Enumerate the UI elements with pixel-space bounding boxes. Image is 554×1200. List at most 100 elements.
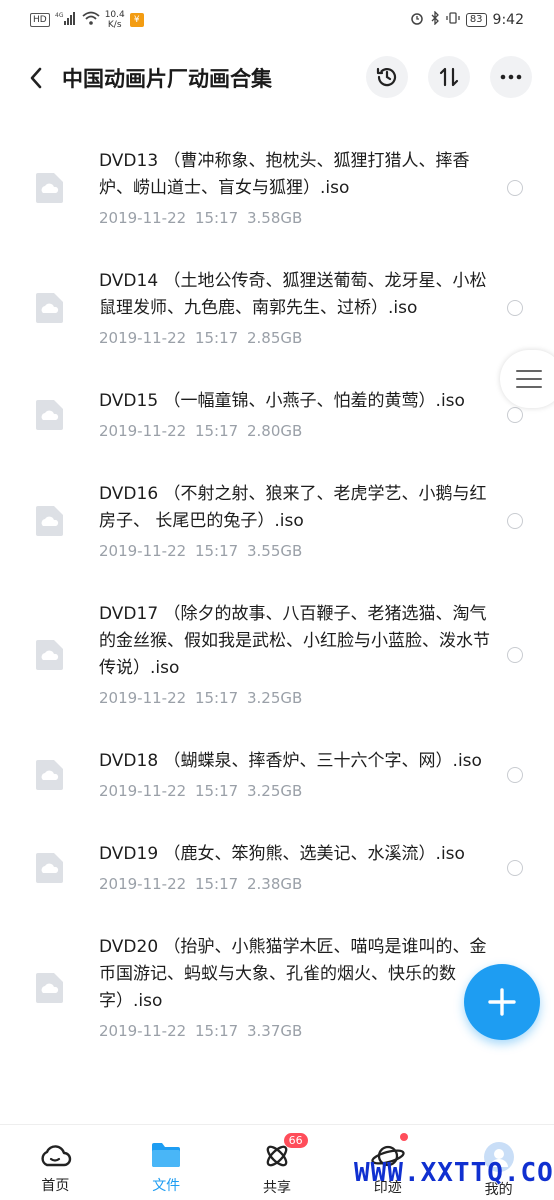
notification-dot: [400, 1133, 409, 1141]
clock: 9:42: [492, 12, 524, 28]
watermark: WWW.XXTTQ.COM: [354, 1158, 554, 1188]
sort-icon: [439, 67, 459, 87]
file-meta: 2019-11-22 15:17 2.38GB: [99, 874, 494, 894]
share-badge: 66: [283, 1133, 308, 1148]
file-item[interactable]: DVD14 （土地公传奇、狐狸送葡萄、龙牙星、小松鼠理发师、九色鹿、南郭先生、过…: [0, 228, 554, 348]
select-radio[interactable]: [507, 180, 523, 196]
nav-label: 首页: [41, 1178, 70, 1194]
file-date: 2019-11-22: [99, 689, 187, 707]
bluetooth-icon: [430, 10, 440, 29]
file-size: 2.38GB: [246, 875, 303, 893]
file-icon: [36, 759, 63, 790]
network-speed: 10.4 K/s: [105, 10, 125, 30]
page-title: 中国动画片厂动画合集: [62, 67, 272, 91]
file-name: DVD18 （蝴蝶泉、摔香炉、三十六个字、网）.iso: [99, 751, 482, 771]
file-item[interactable]: DVD18 （蝴蝶泉、摔香炉、三十六个字、网）.iso 2019-11-22 1…: [0, 708, 554, 801]
file-time: 15:17: [194, 782, 239, 800]
file-date: 2019-11-22: [99, 875, 187, 893]
speed-value: 10.4: [104, 10, 125, 20]
file-size: 3.55GB: [246, 542, 303, 560]
file-size: 3.58GB: [246, 209, 303, 227]
select-radio[interactable]: [507, 859, 523, 876]
back-button[interactable]: [16, 58, 56, 98]
speed-unit: K/s: [107, 20, 122, 30]
header: 中国动画片厂动画合集: [0, 50, 554, 106]
nav-home[interactable]: 首页: [0, 1125, 111, 1200]
plus-icon: [488, 988, 516, 1016]
file-item[interactable]: DVD16 （不射之射、狼来了、老虎学艺、小鹅与红房子、 长尾巴的兔子）.iso…: [0, 441, 554, 561]
nav-label: 文件: [152, 1178, 181, 1194]
file-meta: 2019-11-22 15:17 3.25GB: [99, 688, 494, 708]
history-icon: [376, 67, 397, 87]
file-date: 2019-11-22: [99, 422, 187, 440]
menu-lines-icon: [516, 370, 542, 388]
file-time: 15:17: [194, 209, 239, 227]
file-icon: [36, 399, 63, 430]
folder-icon: [152, 1143, 181, 1167]
file-meta: 2019-11-22 15:17 3.37GB: [99, 1021, 494, 1041]
file-icon: [36, 852, 63, 883]
file-name: DVD15 （一幅童锦、小燕子、怕羞的黄莺）.iso: [99, 391, 465, 411]
history-button[interactable]: [366, 56, 408, 98]
select-radio[interactable]: [507, 300, 523, 316]
nav-share[interactable]: 66 共享: [222, 1125, 333, 1200]
file-time: 15:17: [194, 422, 239, 440]
file-name: DVD19 （鹿女、笨狗熊、选美记、水溪流）.iso: [99, 844, 465, 864]
file-item[interactable]: DVD17 （除夕的故事、八百鞭子、老猪选猫、淘气的金丝猴、假如我是武松、小红脸…: [0, 561, 554, 708]
file-name: DVD17 （除夕的故事、八百鞭子、老猪选猫、淘气的金丝猴、假如我是武松、小红脸…: [99, 604, 490, 678]
status-bar: HD 4G 10.4 K/s ¥ 83 9:42: [0, 0, 554, 40]
nav-files[interactable]: 文件: [111, 1125, 222, 1200]
chevron-left-icon: [30, 67, 42, 89]
alarm-icon: [410, 11, 424, 29]
file-meta: 2019-11-22 15:17 3.55GB: [99, 541, 494, 561]
nav-label: 共享: [262, 1180, 291, 1196]
file-date: 2019-11-22: [99, 782, 187, 800]
select-radio[interactable]: [507, 406, 523, 423]
side-menu-handle[interactable]: [500, 350, 554, 408]
file-size: 2.85GB: [246, 329, 303, 347]
file-item[interactable]: DVD15 （一幅童锦、小燕子、怕羞的黄莺）.iso 2019-11-22 15…: [0, 348, 554, 441]
file-meta: 2019-11-22 15:17 3.58GB: [99, 208, 494, 228]
file-time: 15:17: [194, 875, 239, 893]
select-radio[interactable]: [507, 766, 523, 783]
more-icon: [500, 74, 522, 80]
select-radio[interactable]: [507, 646, 523, 663]
select-radio[interactable]: [507, 513, 523, 529]
file-meta: 2019-11-22 15:17 2.80GB: [99, 421, 494, 441]
vibrate-icon: [446, 11, 460, 29]
svg-text:4G: 4G: [55, 12, 64, 19]
file-meta: 2019-11-22 15:17 2.85GB: [99, 328, 494, 348]
add-fab-button[interactable]: [464, 964, 540, 1040]
app-notification-icon: ¥: [129, 13, 144, 27]
home-cloud-icon: [41, 1145, 72, 1167]
file-name: DVD14 （土地公传奇、狐狸送葡萄、龙牙星、小松鼠理发师、九色鹿、南郭先生、过…: [99, 271, 487, 318]
file-icon: [36, 639, 63, 670]
file-name: DVD20 （抬驴、小熊猫学木匠、喵呜是谁叫的、金币国游记、蚂蚁与大象、孔雀的烟…: [99, 937, 487, 1011]
file-list: DVD13 （曹冲称象、抱枕头、狐狸打猎人、摔香炉、崂山道士、盲女与狐狸）.is…: [0, 130, 554, 1041]
signal-icon: 4G: [55, 11, 77, 29]
file-size: 2.80GB: [246, 422, 303, 440]
file-icon: [36, 972, 63, 1003]
file-size: 3.25GB: [246, 689, 303, 707]
file-time: 15:17: [194, 329, 239, 347]
file-date: 2019-11-22: [99, 209, 187, 227]
file-item[interactable]: DVD19 （鹿女、笨狗熊、选美记、水溪流）.iso 2019-11-22 15…: [0, 801, 554, 894]
sort-button[interactable]: [428, 56, 470, 98]
more-button[interactable]: [490, 56, 532, 98]
file-size: 3.37GB: [246, 1022, 303, 1040]
file-date: 2019-11-22: [99, 542, 187, 560]
file-name: DVD13 （曹冲称象、抱枕头、狐狸打猎人、摔香炉、崂山道士、盲女与狐狸）.is…: [99, 151, 470, 198]
file-icon: [36, 293, 63, 323]
file-time: 15:17: [194, 1022, 239, 1040]
file-size: 3.25GB: [246, 782, 303, 800]
wifi-icon: [82, 11, 100, 29]
file-date: 2019-11-22: [99, 1022, 187, 1040]
battery-indicator: 83: [465, 13, 487, 27]
file-time: 15:17: [194, 689, 239, 707]
file-item[interactable]: DVD13 （曹冲称象、抱枕头、狐狸打猎人、摔香炉、崂山道士、盲女与狐狸）.is…: [0, 130, 554, 228]
file-name: DVD16 （不射之射、狼来了、老虎学艺、小鹅与红房子、 长尾巴的兔子）.iso: [99, 484, 487, 531]
hd-indicator: HD: [30, 13, 50, 27]
file-date: 2019-11-22: [99, 329, 187, 347]
file-time: 15:17: [194, 542, 239, 560]
file-icon: [36, 173, 63, 203]
